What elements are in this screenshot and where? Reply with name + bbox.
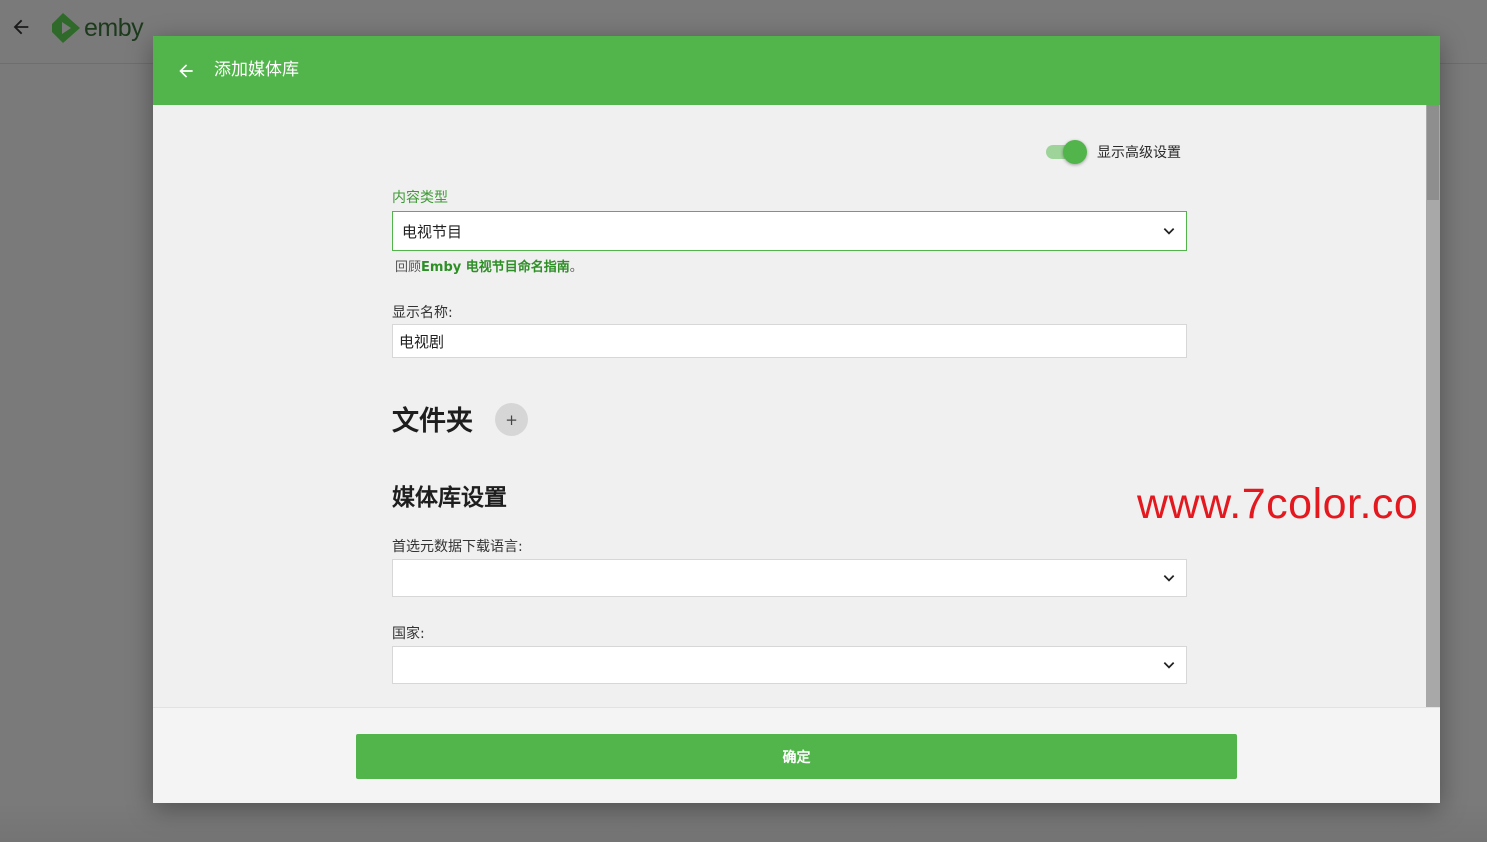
arrow-left-icon [13, 19, 29, 35]
dialog-back-button[interactable] [173, 58, 199, 84]
dialog-footer: 确定 [153, 707, 1440, 803]
advanced-settings-label: 显示高级设置 [1097, 145, 1181, 161]
content-type-select[interactable]: 电视节目 [392, 211, 1187, 251]
chevron-down-icon [1162, 658, 1176, 672]
library-settings-heading: 媒体库设置 [392, 485, 507, 511]
content-type-label: 内容类型 [392, 190, 448, 206]
arrow-left-icon [179, 64, 193, 78]
advanced-settings-toggle[interactable]: 显示高级设置 [1046, 139, 1181, 165]
display-name-label: 显示名称: [392, 305, 453, 321]
country-select[interactable] [392, 646, 1187, 684]
folders-heading: 文件夹 [392, 406, 473, 437]
naming-guide-link[interactable]: Emby 电视节目命名指南 [421, 260, 570, 275]
content-type-value: 电视节目 [402, 222, 463, 241]
dialog-content: 显示高级设置 内容类型 电视节目 回顾Emby 电视节目命名指南。 显示名称: … [153, 105, 1426, 707]
dialog-scrollbar[interactable] [1426, 105, 1440, 707]
country-label: 国家: [392, 626, 425, 642]
watermark: www.7color.co [1137, 480, 1419, 528]
logo-text: emby [84, 13, 144, 42]
chevron-down-icon [1162, 571, 1176, 585]
display-name-input[interactable] [392, 324, 1187, 358]
dialog-header: 添加媒体库 [153, 36, 1440, 105]
metadata-language-label: 首选元数据下载语言: [392, 539, 523, 555]
emby-logo[interactable]: emby [52, 12, 144, 44]
app-back-button[interactable] [8, 14, 34, 40]
chevron-down-icon [1162, 224, 1176, 238]
toggle-knob[interactable] [1063, 140, 1087, 164]
confirm-button[interactable]: 确定 [356, 734, 1237, 779]
helper-prefix: 回顾 [395, 260, 422, 275]
dialog-title: 添加媒体库 [214, 60, 299, 80]
naming-guide-helper: 回顾Emby 电视节目命名指南。 [395, 256, 583, 275]
toggle-track[interactable] [1046, 140, 1087, 164]
add-folder-button[interactable]: + [495, 403, 528, 436]
emby-logo-icon [52, 13, 80, 43]
background-overlay [0, 802, 1487, 842]
add-library-dialog: 添加媒体库 显示高级设置 内容类型 电视节目 回顾Emby 电视节目命名指南。 … [153, 36, 1440, 803]
metadata-language-select[interactable] [392, 559, 1187, 597]
helper-suffix: 。 [569, 260, 583, 275]
scrollbar-thumb[interactable] [1427, 105, 1439, 200]
